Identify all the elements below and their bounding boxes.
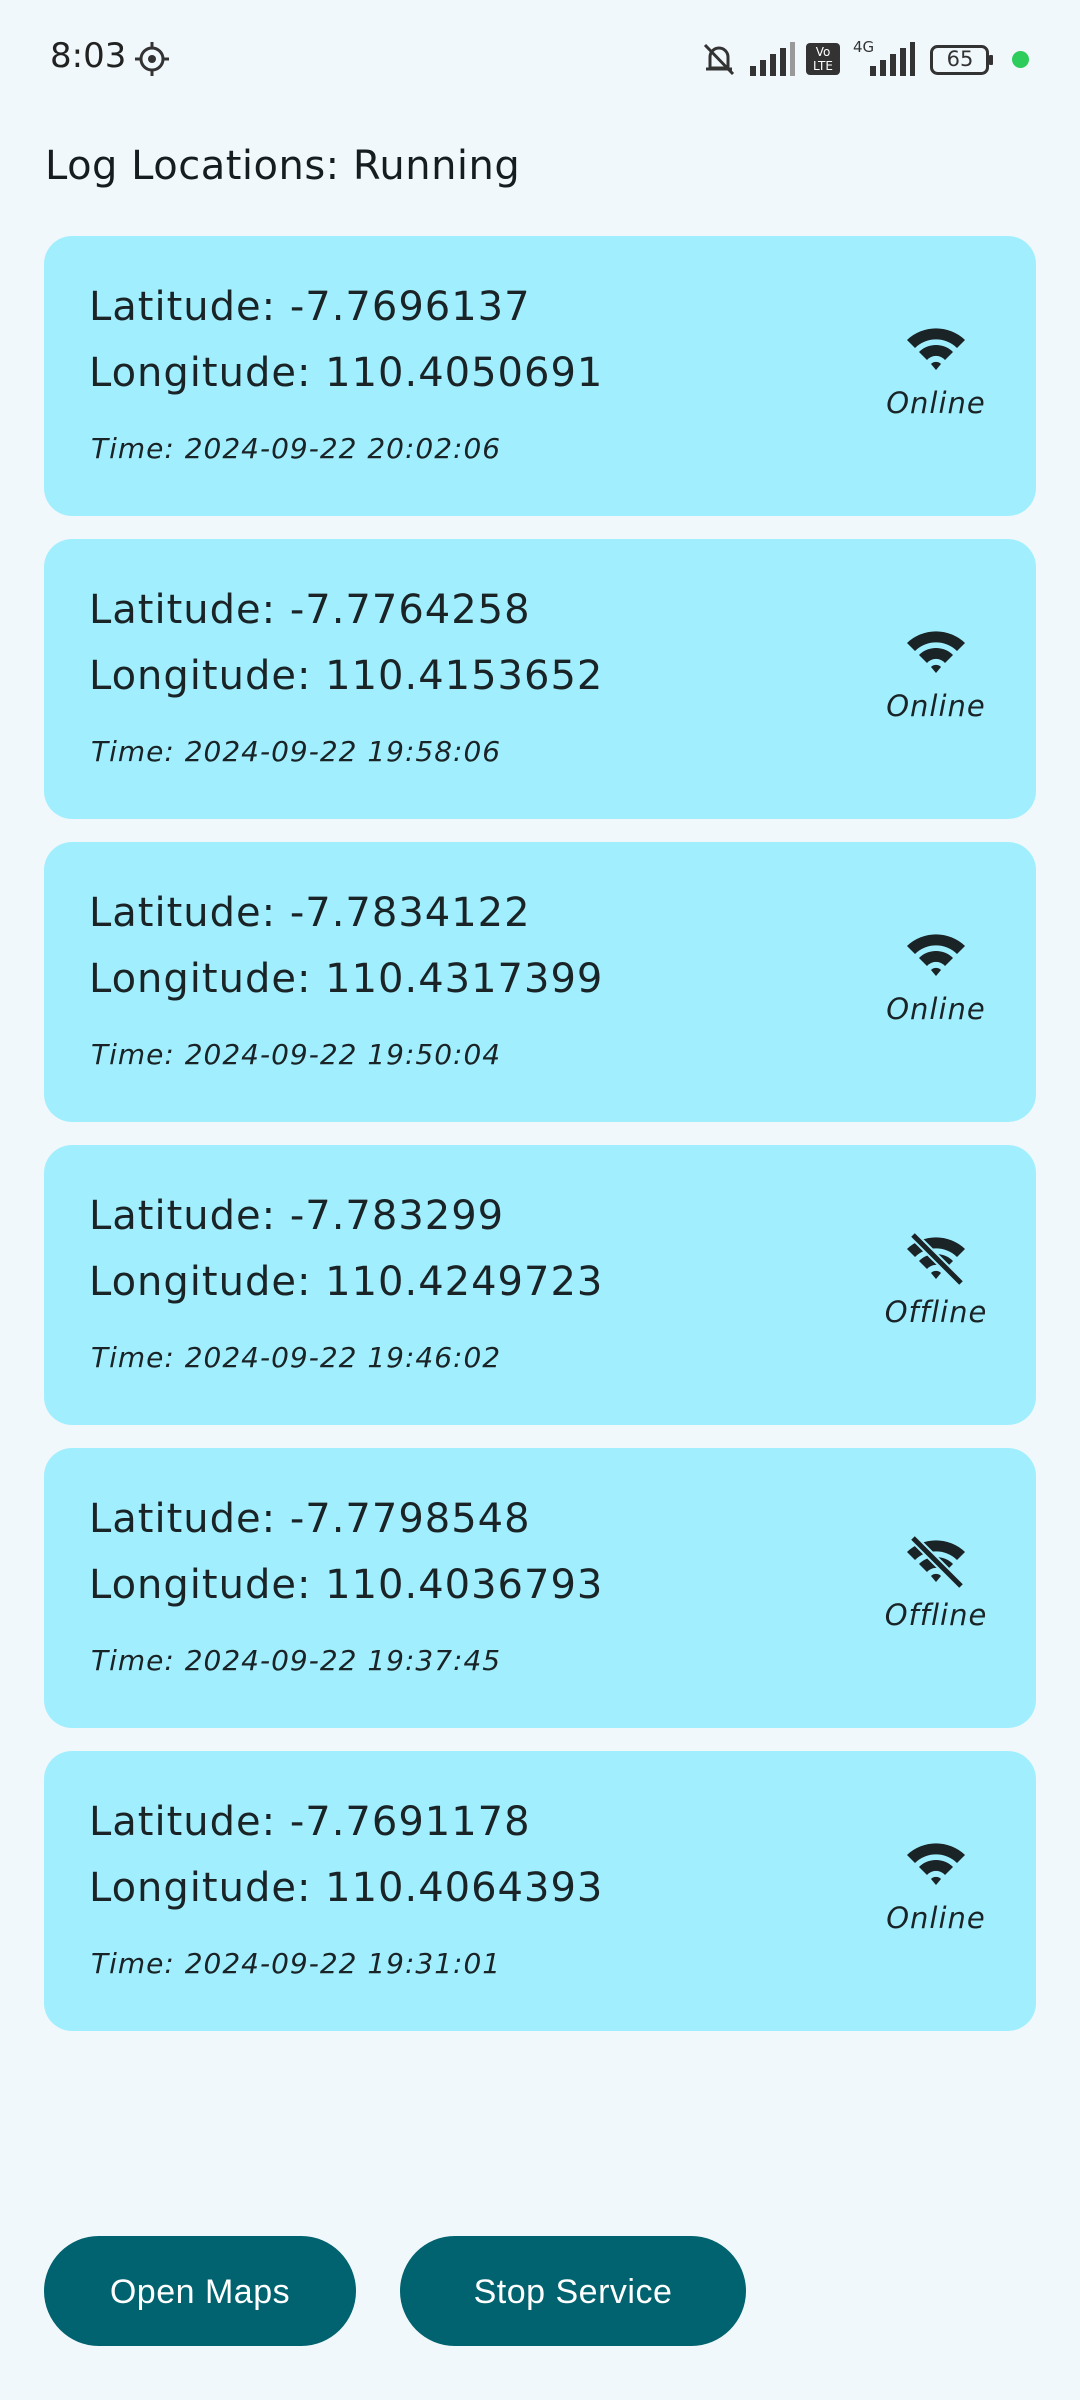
wifi-off-icon	[907, 1233, 965, 1285]
longitude-text: Longitude: 110.4249723	[89, 1259, 604, 1305]
network-status: Online	[866, 324, 1006, 434]
status-time: 8:03	[50, 36, 127, 76]
network-status-label: Online	[886, 689, 986, 723]
wifi-icon	[907, 934, 965, 976]
open-maps-button[interactable]: Open Maps	[44, 2236, 356, 2346]
longitude-text: Longitude: 110.4317399	[89, 956, 604, 1002]
network-status-label: Offline	[884, 1295, 988, 1329]
network-status-label: Online	[886, 1901, 986, 1935]
time-text: Time: 2024-09-22 19:31:01	[91, 1947, 502, 1980]
network-status: Offline	[866, 1536, 1006, 1646]
network-status: Online	[866, 627, 1006, 737]
volte-icon: Vo LTE	[806, 43, 840, 75]
log-card: Latitude: -7.7696137 Longitude: 110.4050…	[44, 236, 1036, 516]
volte-label: Vo LTE	[813, 45, 833, 73]
wifi-icon	[907, 631, 965, 673]
latitude-text: Latitude: -7.7764258	[89, 587, 531, 633]
network-status-label: Offline	[884, 1598, 988, 1632]
longitude-text: Longitude: 110.4036793	[89, 1562, 604, 1608]
battery-level: 65	[946, 47, 974, 71]
log-card: Latitude: -7.783299 Longitude: 110.42497…	[44, 1145, 1036, 1425]
page-title: Log Locations: Running	[45, 143, 521, 189]
longitude-text: Longitude: 110.4153652	[89, 653, 604, 699]
longitude-text: Longitude: 110.4064393	[89, 1865, 604, 1911]
signal-icon	[750, 42, 795, 76]
latitude-text: Latitude: -7.783299	[89, 1193, 505, 1239]
network-status-label: Online	[886, 386, 986, 420]
network-status-label: Online	[886, 992, 986, 1026]
time-text: Time: 2024-09-22 19:50:04	[91, 1038, 502, 1071]
wifi-icon	[907, 328, 965, 370]
network-status: Online	[866, 930, 1006, 1040]
silent-bell-icon	[703, 43, 735, 76]
network-status: Online	[866, 1839, 1006, 1949]
time-text: Time: 2024-09-22 19:46:02	[91, 1341, 502, 1374]
4g-signal-icon	[870, 42, 915, 76]
log-list: Latitude: -7.7696137 Longitude: 110.4050…	[44, 236, 1036, 2054]
wifi-off-icon	[907, 1536, 965, 1588]
latitude-text: Latitude: -7.7798548	[89, 1496, 531, 1542]
log-card: Latitude: -7.7691178 Longitude: 110.4064…	[44, 1751, 1036, 2031]
network-status: Offline	[866, 1233, 1006, 1343]
status-bar: 8:03 Vo LTE 4G 65	[0, 0, 1080, 120]
time-text: Time: 2024-09-22 19:58:06	[91, 735, 502, 768]
wifi-icon	[907, 1843, 965, 1885]
longitude-text: Longitude: 110.4050691	[89, 350, 604, 396]
time-text: Time: 2024-09-22 19:37:45	[91, 1644, 502, 1677]
latitude-text: Latitude: -7.7691178	[89, 1799, 531, 1845]
latitude-text: Latitude: -7.7834122	[89, 890, 531, 936]
latitude-text: Latitude: -7.7696137	[89, 284, 531, 330]
log-card: Latitude: -7.7834122 Longitude: 110.4317…	[44, 842, 1036, 1122]
log-card: Latitude: -7.7764258 Longitude: 110.4153…	[44, 539, 1036, 819]
stop-service-button[interactable]: Stop Service	[400, 2236, 746, 2346]
location-target-icon	[135, 42, 169, 76]
time-text: Time: 2024-09-22 20:02:06	[91, 432, 502, 465]
log-card: Latitude: -7.7798548 Longitude: 110.4036…	[44, 1448, 1036, 1728]
status-dot	[1012, 51, 1029, 68]
